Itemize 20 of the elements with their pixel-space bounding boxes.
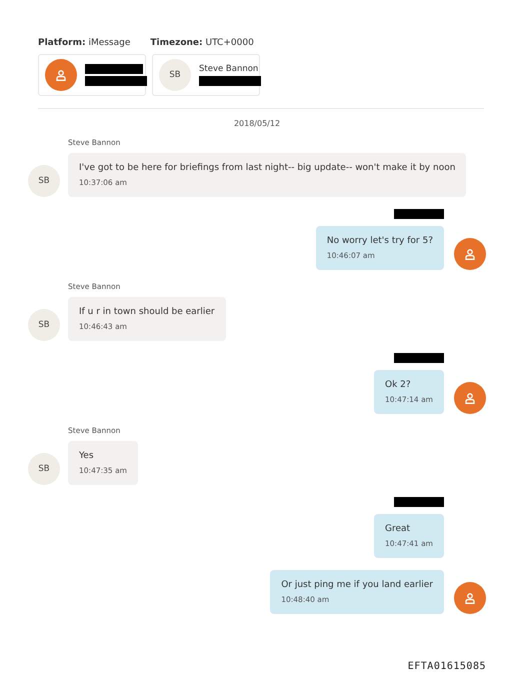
person-icon: [56, 70, 66, 80]
message-text: No worry let's try for 5?: [326, 236, 433, 246]
person-icon: [465, 592, 475, 604]
avatar: SB: [28, 453, 60, 485]
message-text: Ok 2?: [385, 380, 412, 390]
person-icon: [465, 248, 475, 260]
participant-name: Steve Bannon: [199, 64, 260, 74]
date-label: 2018/05/12: [232, 119, 282, 128]
document-id: EFTA01615085: [408, 661, 486, 672]
message-text: I've got to be here for briefings from last night-- big update-- won't make it by noon: [79, 163, 456, 173]
message-text: Or just ping me if you land earlier: [281, 580, 433, 590]
avatar: SB: [28, 309, 60, 341]
timezone-label: Timezone: UTC+0000: [150, 38, 254, 48]
avatar: SB: [28, 165, 60, 197]
person-icon: [465, 392, 475, 404]
message-text: Yes: [79, 451, 95, 461]
platform-label: Platform: iMessage: [38, 38, 130, 48]
message-text: Great: [385, 524, 412, 534]
avatar: SB: [159, 59, 191, 91]
message-text: If u r in town should be earlier: [79, 307, 215, 317]
